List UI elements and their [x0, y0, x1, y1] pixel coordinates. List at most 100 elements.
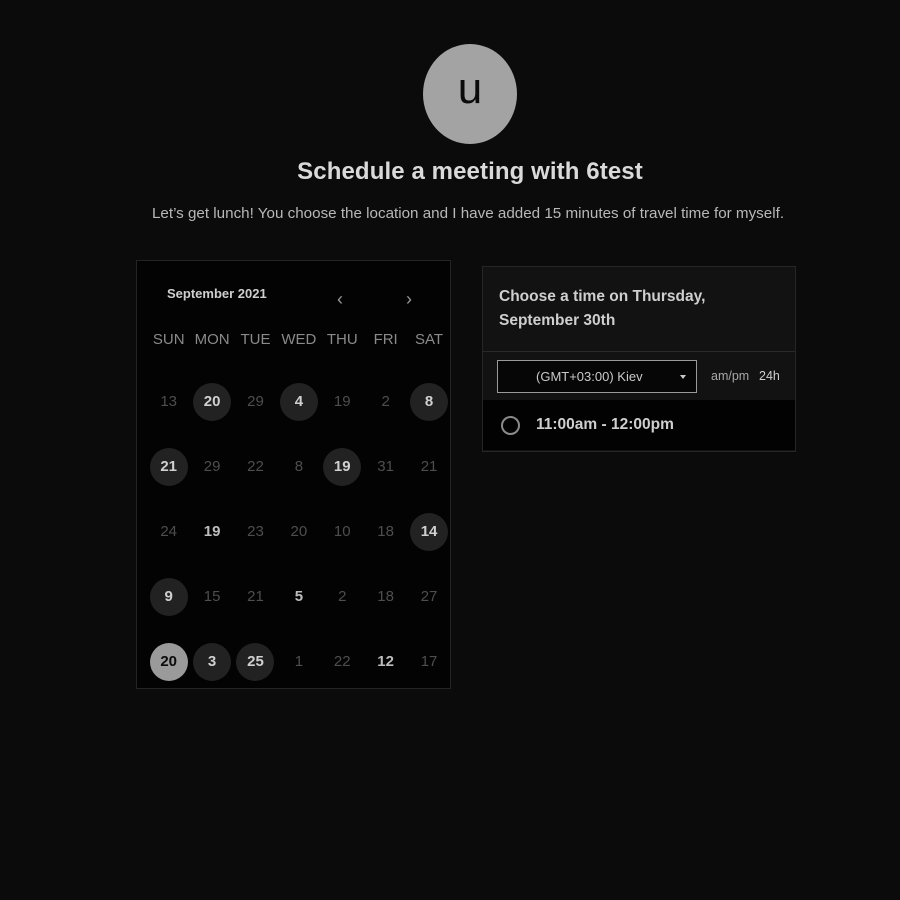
calendar-day[interactable]: 3: [190, 629, 233, 694]
calendar-day: 2: [321, 564, 364, 629]
calendar-day: 21: [407, 434, 450, 499]
calendar-day[interactable]: 14: [407, 499, 450, 564]
calendar-day: 10: [321, 499, 364, 564]
format-24h-toggle[interactable]: 24h: [759, 369, 780, 383]
weekday-label-thu: THU: [326, 331, 358, 348]
calendar-day-number: 19: [203, 523, 221, 540]
calendar-day: 5: [277, 564, 320, 629]
calendar-day-number: 21: [420, 458, 438, 475]
weekday-label-sat: SAT: [415, 331, 444, 348]
chevron-left-icon: ‹: [337, 288, 343, 309]
calendar-day-number: 2: [338, 588, 347, 605]
calendar-day[interactable]: 4: [277, 369, 320, 434]
calendar-day-number: 13: [160, 393, 178, 410]
calendar-day: 27: [407, 564, 450, 629]
weekday-label-wed: WED: [281, 331, 317, 348]
calendar-day-number: 24: [160, 523, 178, 540]
timezone-select[interactable]: (GMT+03:00) Kiev: [497, 360, 697, 393]
calendar-day-number: 8: [410, 382, 449, 421]
calendar-day: 29: [190, 434, 233, 499]
calendar-days-grid: 13 20 29 4 19 2 8 21 29 22 8 19 31 21 24 19 23 20 10 18 14 9 1…: [147, 369, 451, 694]
calendar-day: 17: [407, 629, 450, 694]
calendar-day[interactable]: 21: [147, 434, 190, 499]
calendar-day-number: 15: [203, 588, 221, 605]
calendar-day: 1: [277, 629, 320, 694]
weekday-label-fri: FRI: [373, 331, 398, 348]
weekday-label-mon: MON: [194, 331, 230, 348]
calendar-month-label: September 2021: [167, 286, 267, 301]
calendar-day: 20: [277, 499, 320, 564]
avatar-initial: u: [457, 64, 483, 113]
format-ampm-toggle[interactable]: am/pm: [711, 369, 749, 383]
calendar-day-number: 27: [420, 588, 438, 605]
prev-month-button[interactable]: ‹: [330, 287, 350, 311]
calendar-day: 8: [277, 434, 320, 499]
timezone-value: (GMT+03:00) Kiev: [536, 369, 643, 384]
calendar-day-number: 25: [236, 642, 275, 681]
calendar-day-number: 18: [377, 588, 394, 605]
calendar-day: 31: [364, 434, 407, 499]
time-slot[interactable]: 11:00am - 12:00pm: [483, 400, 795, 450]
calendar-day-number: 14: [410, 512, 449, 551]
calendar-day-number: 10: [333, 523, 351, 540]
calendar-day-number: 17: [420, 653, 438, 670]
calendar-day-number: 29: [203, 458, 221, 475]
calendar-day-number: 22: [333, 653, 351, 670]
calendar-day-number: 9: [149, 577, 188, 616]
calendar-day-number: 2: [381, 393, 390, 410]
weekday-label-sun: SUN: [152, 331, 185, 348]
weekday-label-tue: TUE: [240, 331, 271, 348]
calendar-day-number: 1: [294, 653, 304, 670]
calendar-day-number: 18: [377, 523, 394, 540]
calendar-day: 19: [321, 369, 364, 434]
calendar-day[interactable]: 9: [147, 564, 190, 629]
calendar-day: 2: [364, 369, 407, 434]
calendar-day: 19: [190, 499, 233, 564]
calendar-day: 23: [234, 499, 277, 564]
calendar-day-number: 22: [247, 458, 264, 475]
calendar-day-number: 21: [149, 447, 188, 486]
calendar-day[interactable]: 25: [234, 629, 277, 694]
calendar-day[interactable]: 19: [321, 434, 364, 499]
calendar-day-number: 21: [247, 588, 264, 605]
time-selection-panel: Choose a time on Thursday, September 30t…: [482, 266, 796, 452]
calendar-day: 29: [234, 369, 277, 434]
calendar-day: 24: [147, 499, 190, 564]
page-title: Schedule a meeting with 6test: [297, 158, 643, 185]
calendar-day: 13: [147, 369, 190, 434]
calendar-day-number: 23: [247, 523, 264, 540]
calendar-day: 18: [364, 499, 407, 564]
radio-icon[interactable]: [501, 415, 520, 435]
calendar-day-number: 4: [279, 382, 318, 421]
avatar: u: [423, 44, 517, 144]
calendar-day: 22: [321, 629, 364, 694]
calendar-day: 18: [364, 564, 407, 629]
scheduling-page: u Schedule a meeting with 6test Let’s ge…: [0, 0, 900, 900]
calendar-day-number: 12: [377, 653, 394, 670]
caret-down-icon: [680, 374, 686, 379]
calendar-day: 21: [234, 564, 277, 629]
calendar-day[interactable]: 8: [407, 369, 450, 434]
calendar-day-number: 19: [323, 447, 362, 486]
calendar-day-number: 29: [247, 393, 264, 410]
calendar: September 2021 ‹ › SUN MON TUE WED THU FRI SAT…: [136, 260, 451, 689]
calendar-day: 15: [190, 564, 233, 629]
time-slot-label: 11:00am - 12:00pm: [536, 416, 674, 433]
calendar-day-number: 20: [290, 523, 308, 540]
calendar-day-number: 19: [333, 393, 351, 410]
calendar-day: 12: [364, 629, 407, 694]
divider: [483, 351, 795, 352]
time-panel-heading: Choose a time on Thursday, September 30t…: [499, 288, 706, 329]
calendar-day-number: 20: [193, 382, 232, 421]
next-month-button[interactable]: ›: [399, 287, 419, 311]
calendar-day-number: 8: [294, 458, 304, 475]
calendar-day-number: 5: [294, 588, 304, 605]
calendar-day-selected[interactable]: 20: [147, 629, 190, 694]
chevron-right-icon: ›: [406, 288, 412, 309]
calendar-day-number: 20: [149, 642, 188, 681]
calendar-day: 22: [234, 434, 277, 499]
weekday-header: SUN MON TUE WED THU FRI SAT: [147, 331, 451, 348]
meeting-description: Let’s get lunch! You choose the location…: [151, 205, 785, 222]
calendar-day-number: 31: [377, 458, 394, 475]
calendar-day[interactable]: 20: [190, 369, 233, 434]
